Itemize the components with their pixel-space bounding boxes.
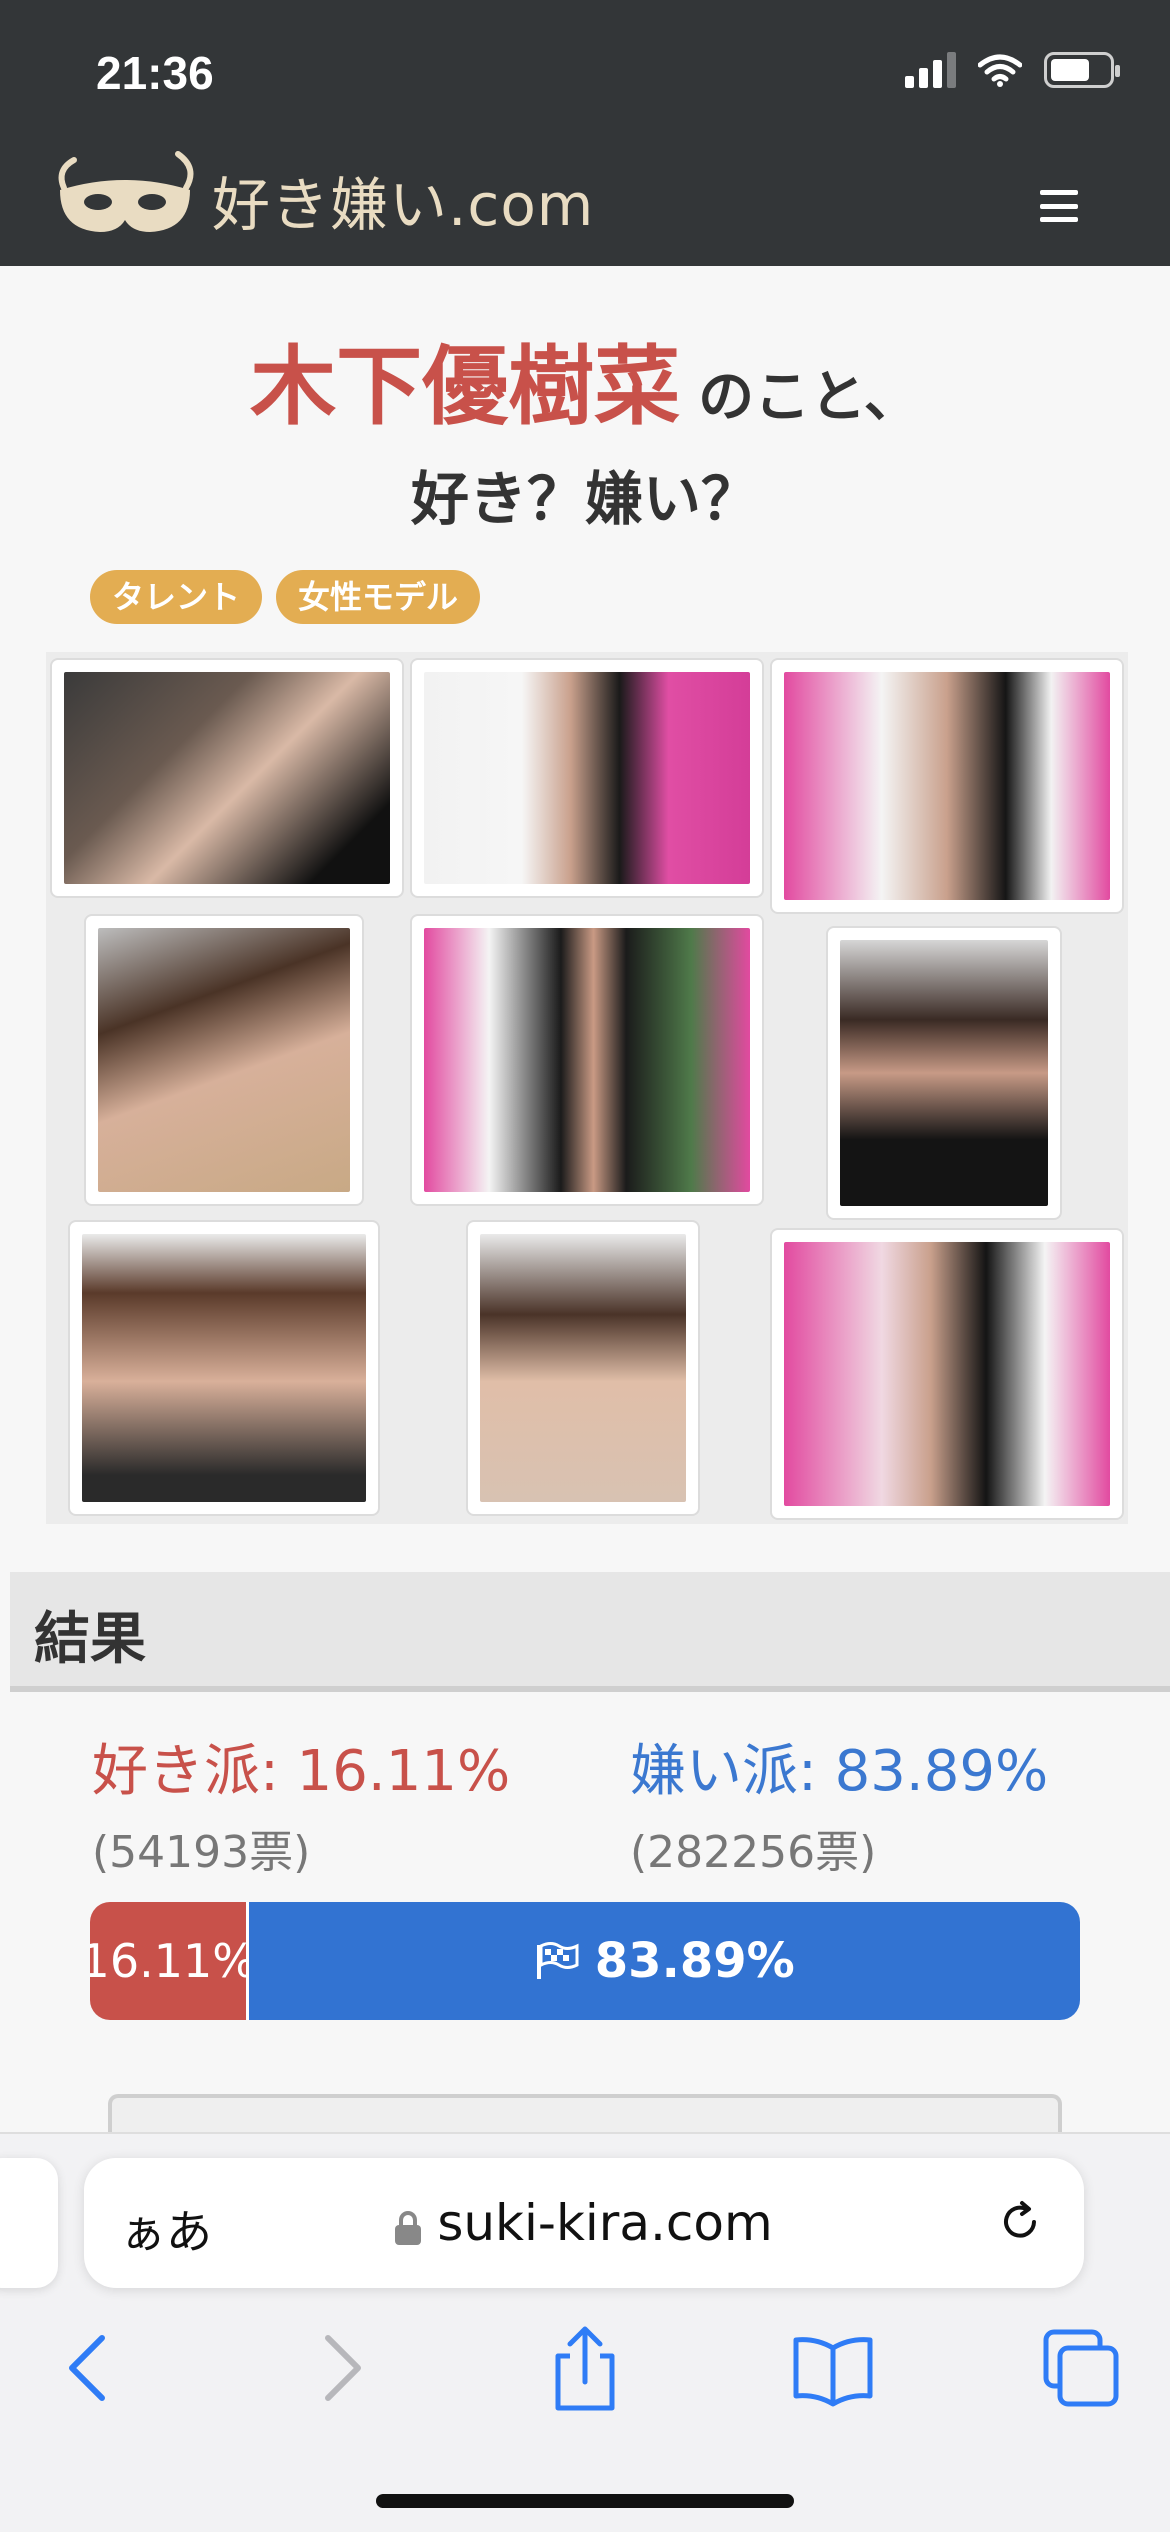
status-icons	[905, 52, 1120, 88]
browser-toolbar: ぁあ suki-kira.com	[0, 2132, 1170, 2532]
bookmarks-icon[interactable]	[788, 2324, 878, 2414]
photo-4[interactable]	[84, 914, 364, 1206]
browser-nav	[0, 2324, 1170, 2444]
person-name: 木下優樹菜	[250, 337, 681, 437]
photo-2[interactable]	[410, 658, 764, 898]
dislike-bar-segment: 83.89%	[249, 1902, 1080, 2020]
status-time: 21:36	[96, 47, 214, 99]
like-vote-count: (54193票)	[92, 1827, 311, 1878]
domain-text: suki-kira.com	[437, 2194, 773, 2252]
dislike-vote-count: (282256票)	[630, 1827, 877, 1878]
site-header: 21:36 好き嫌い.com	[0, 0, 1170, 266]
photo-7[interactable]	[68, 1220, 380, 1516]
back-icon[interactable]	[44, 2324, 134, 2414]
flag-icon	[536, 1942, 579, 1979]
results-header: 結果	[10, 1572, 1170, 1692]
photo-gallery	[46, 652, 1128, 1524]
tag-female-model[interactable]: 女性モデル	[276, 570, 481, 624]
home-indicator	[376, 2494, 794, 2508]
lock-icon	[395, 2210, 422, 2245]
share-icon[interactable]	[540, 2324, 630, 2414]
main-content: 木下優樹菜 のこと、 好き？嫌い？ タレント 女性モデル 結果 好き派: 16.1…	[0, 266, 1170, 2154]
photo-6[interactable]	[826, 926, 1062, 1220]
dislike-percentage: 嫌い派: 83.89%	[630, 1739, 1049, 1804]
tag-list: タレント 女性モデル	[90, 570, 481, 624]
title-suffix: のこと、	[698, 365, 920, 430]
photo-5[interactable]	[410, 914, 764, 1206]
photo-1[interactable]	[50, 658, 404, 898]
reload-icon[interactable]	[996, 2198, 1044, 2246]
like-percentage: 好き派: 16.11%	[92, 1739, 511, 1804]
logo-text: 好き嫌い.com	[212, 171, 595, 239]
forward-icon[interactable]	[296, 2324, 386, 2414]
photo-8[interactable]	[466, 1220, 700, 1516]
wifi-icon	[978, 54, 1022, 87]
dislike-bar-text: 83.89%	[594, 1933, 795, 1989]
photo-3[interactable]	[770, 658, 1124, 914]
result-progress-bar: 16.11% 83.89%	[90, 1902, 1080, 2020]
mask-logo-icon	[58, 151, 194, 232]
cellular-signal-icon	[905, 52, 956, 88]
photo-9[interactable]	[770, 1228, 1124, 1520]
site-logo[interactable]: 好き嫌い.com	[50, 150, 594, 250]
hamburger-menu-icon[interactable]	[1040, 190, 1078, 222]
page-title: 木下優樹菜 のこと、	[0, 316, 1170, 441]
previous-tab-preview[interactable]	[0, 2158, 58, 2288]
battery-icon	[1044, 52, 1120, 88]
tabs-icon[interactable]	[1036, 2324, 1126, 2414]
tag-talent[interactable]: タレント	[90, 570, 263, 624]
results-title: 結果	[34, 1607, 146, 1672]
url-display[interactable]: suki-kira.com	[84, 2194, 1084, 2252]
address-bar[interactable]: ぁあ suki-kira.com	[84, 2158, 1084, 2288]
like-bar-segment: 16.11%	[90, 1902, 256, 2020]
page-question: 好き？嫌い？	[410, 465, 759, 533]
